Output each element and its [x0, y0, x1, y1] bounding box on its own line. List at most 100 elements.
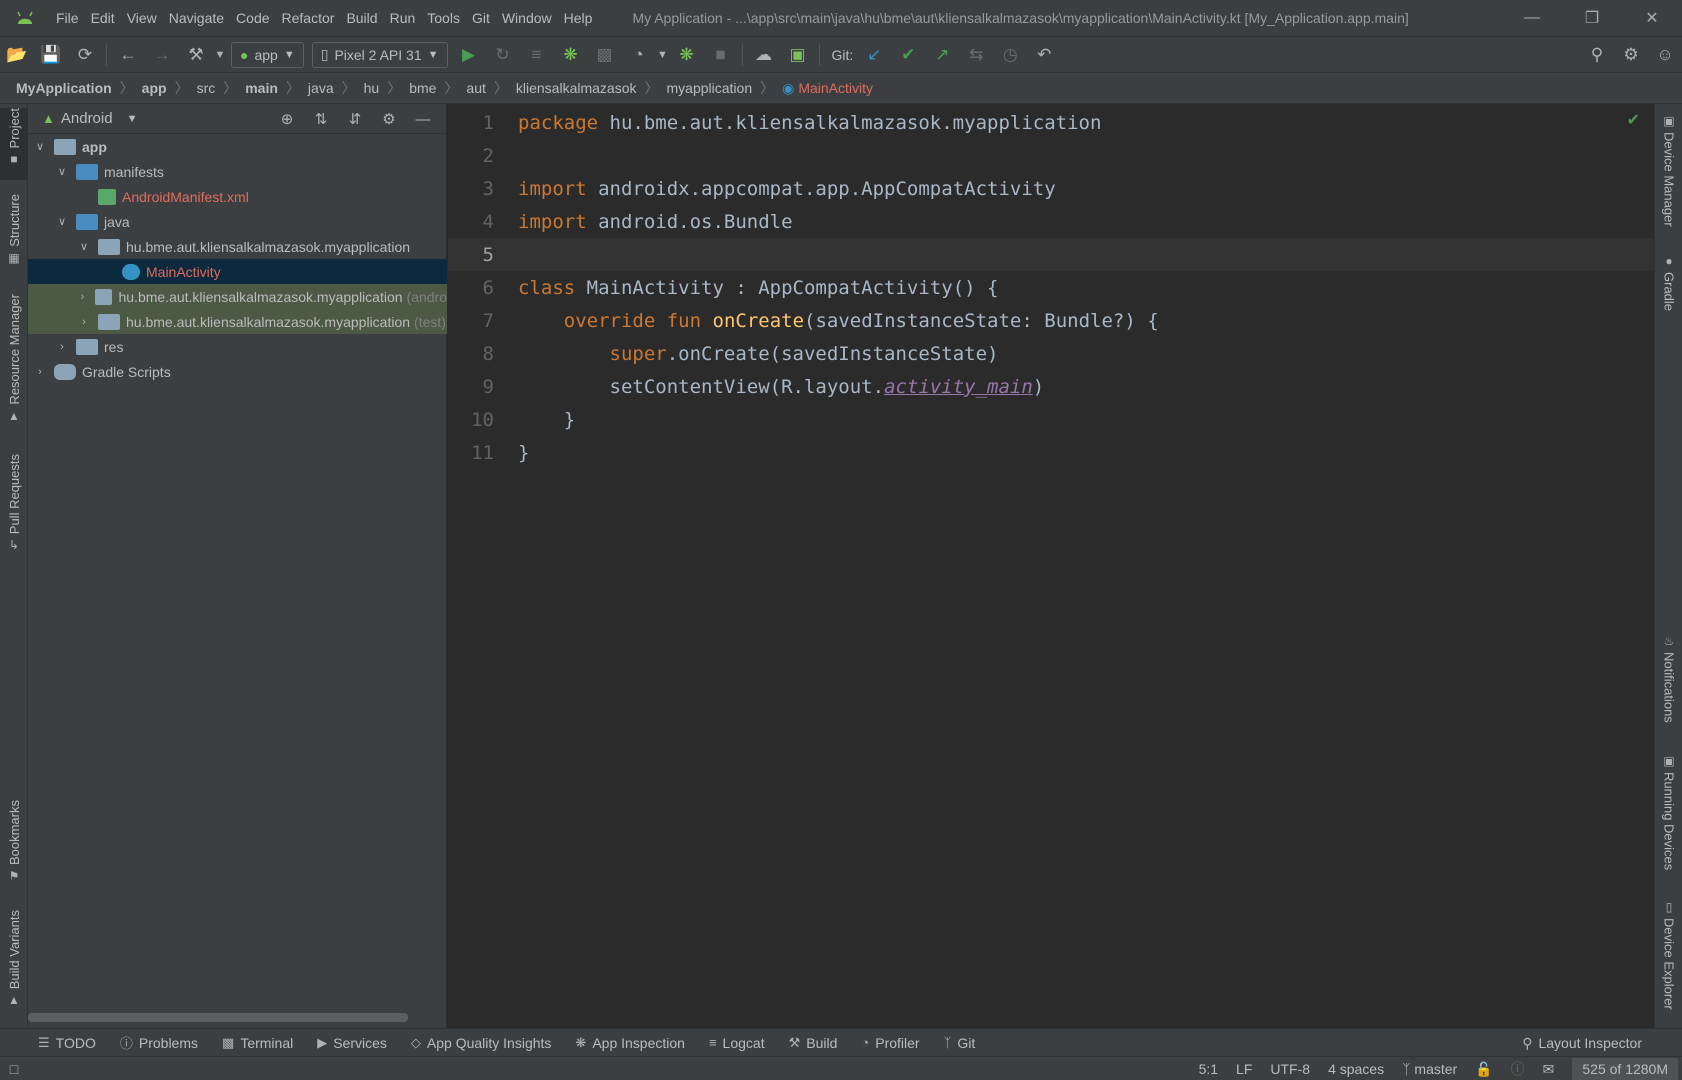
tree-item-res[interactable]: › res [28, 334, 447, 359]
chevron-right-icon[interactable]: › [76, 291, 89, 303]
menu-view[interactable]: View [121, 10, 163, 26]
expand-all-icon[interactable]: ⇅ [304, 106, 338, 132]
coverage-icon[interactable]: ▩ [588, 40, 622, 70]
git-push-icon[interactable]: ↗ [925, 40, 959, 70]
horizontal-scrollbar[interactable] [28, 1013, 408, 1022]
crumb-hu[interactable]: hu [364, 80, 380, 96]
run-config-dropdown[interactable]: ● app ▼ [231, 41, 304, 68]
minimize-icon[interactable]: — [1502, 0, 1562, 36]
chevron-down-icon[interactable]: ∨ [54, 165, 70, 178]
tree-item-manifest-file[interactable]: AndroidManifest.xml [28, 184, 447, 209]
crumb-aut[interactable]: aut [466, 80, 485, 96]
code-line[interactable]: 8 super.onCreate(savedInstanceState) [448, 337, 1654, 370]
profile-dropdown-icon[interactable]: ▼ [656, 40, 670, 70]
open-folder-icon[interactable]: 📂 [0, 40, 34, 70]
git-update-icon[interactable]: ↙ [857, 40, 891, 70]
code-line[interactable]: 11 } [448, 436, 1654, 469]
caret-position[interactable]: 5:1 [1199, 1061, 1218, 1077]
crumb-src[interactable]: src [197, 80, 216, 96]
stop-icon[interactable]: ■ [704, 40, 738, 70]
device-dropdown[interactable]: ▯ Pixel 2 API 31 ▼ [311, 41, 448, 68]
git-rollback-icon[interactable]: ↶ [1027, 40, 1061, 70]
rerun-icon[interactable]: ↻ [486, 40, 520, 70]
crumb-project[interactable]: MyApplication [16, 80, 112, 96]
menu-build[interactable]: Build [340, 10, 383, 26]
crumb-main[interactable]: main [245, 80, 278, 96]
forward-arrow-icon[interactable]: → [145, 40, 179, 70]
tab-project[interactable]: Project ■ [0, 108, 28, 180]
chevron-down-icon[interactable]: ∨ [76, 240, 92, 253]
device-manager-icon[interactable]: ▣ [781, 40, 815, 70]
chevron-right-icon[interactable]: › [54, 341, 70, 353]
tab-app-quality-insights[interactable]: ◇ App Quality Insights [411, 1035, 552, 1051]
code-line[interactable]: 3 import androidx.appcompat.app.AppCompa… [448, 172, 1654, 205]
chevron-right-icon[interactable]: › [32, 366, 48, 378]
sync-icon[interactable]: ⟳ [68, 40, 102, 70]
tab-notifications[interactable]: ♨ Notifications [1655, 634, 1682, 744]
chevron-down-icon[interactable]: ∨ [54, 215, 70, 228]
menu-code[interactable]: Code [230, 10, 275, 26]
resource-reference-link[interactable]: activity_main [884, 376, 1033, 398]
tab-todo[interactable]: ☰ TODO [38, 1035, 96, 1051]
code-line[interactable]: 2 [448, 139, 1654, 172]
hide-icon[interactable]: — [406, 106, 440, 132]
gear-icon[interactable]: ⚙ [372, 106, 406, 132]
code-line[interactable]: 6 class MainActivity : AppCompatActivity… [448, 271, 1654, 304]
tree-item-package-test[interactable]: › hu.bme.aut.kliensalkalmazasok.myapplic… [28, 309, 447, 334]
account-icon[interactable]: ☺ [1648, 40, 1682, 70]
tree-item-manifests[interactable]: ∨ manifests [28, 159, 447, 184]
chevron-down-icon[interactable]: ▼ [127, 113, 138, 125]
crumb-bme[interactable]: bme [409, 80, 436, 96]
menu-git[interactable]: Git [466, 10, 496, 26]
tab-git[interactable]: ᛉ Git [944, 1035, 976, 1051]
git-compare-icon[interactable]: ⇆ [959, 40, 993, 70]
menu-help[interactable]: Help [558, 10, 599, 26]
tab-profiler[interactable]: ◔ Profiler [861, 1035, 919, 1051]
tree-item-mainactivity[interactable]: MainActivity [28, 259, 447, 284]
tab-problems[interactable]: ⓘ Problems [120, 1033, 198, 1052]
code-editor[interactable]: ✔ 1 package hu.bme.aut.kliensalkalmazaso… [448, 104, 1654, 1028]
git-commit-icon[interactable]: ✔ [891, 40, 925, 70]
tab-pull-requests[interactable]: Pull Requests ↳ [0, 454, 28, 564]
tab-bookmarks[interactable]: Bookmarks ⚑ [0, 800, 28, 900]
inspection-icon[interactable]: ⓘ [1511, 1059, 1525, 1079]
tab-build[interactable]: ⚒ Build [789, 1035, 838, 1051]
tree-item-package-androidtest[interactable]: › hu.bme.aut.kliensalkalmazasok.myapplic… [28, 284, 447, 309]
crumb-myapplication[interactable]: myapplication [667, 80, 753, 96]
tab-logcat[interactable]: ≡ Logcat [709, 1035, 765, 1051]
close-icon[interactable]: ✕ [1622, 0, 1682, 36]
tab-device-manager[interactable]: ▣ Device Manager [1655, 114, 1682, 234]
chevron-down-icon[interactable]: ∨ [32, 140, 48, 153]
code-line[interactable]: 10 } [448, 403, 1654, 436]
line-separator[interactable]: LF [1236, 1061, 1252, 1077]
tree-item-package-main[interactable]: ∨ hu.bme.aut.kliensalkalmazasok.myapplic… [28, 234, 447, 259]
tab-app-inspection[interactable]: ❋ App Inspection [575, 1035, 685, 1051]
menu-run[interactable]: Run [384, 10, 422, 26]
code-line[interactable]: 4 import android.os.Bundle [448, 205, 1654, 238]
tab-resource-manager[interactable]: Resource Manager ▲ [0, 294, 28, 434]
tab-gradle[interactable]: ● Gradle [1655, 254, 1682, 324]
tree-item-gradle-scripts[interactable]: › Gradle Scripts [28, 359, 447, 384]
tree-item-java[interactable]: ∨ java [28, 209, 447, 234]
memory-indicator[interactable]: 525 of 1280M [1572, 1058, 1678, 1080]
code-line[interactable]: 9 setContentView(R.layout.activity_main) [448, 370, 1654, 403]
search-icon[interactable]: ⚲ [1580, 40, 1614, 70]
crumb-java[interactable]: java [308, 80, 334, 96]
toggle-tool-windows-icon[interactable]: □ [0, 1061, 28, 1077]
menu-navigate[interactable]: Navigate [163, 10, 230, 26]
gradle-sync-icon[interactable]: ☁ [747, 40, 781, 70]
android-studio-logo-icon[interactable] [0, 0, 50, 36]
restore-icon[interactable]: ❐ [1562, 0, 1622, 36]
tab-build-variants[interactable]: Build Variants ▲ [0, 910, 28, 1020]
crumb-module[interactable]: app [142, 80, 167, 96]
attach-debugger-icon[interactable]: ❋ [670, 40, 704, 70]
back-arrow-icon[interactable]: ← [111, 40, 145, 70]
tab-layout-inspector[interactable]: ⚲ Layout Inspector [1522, 1029, 1642, 1057]
lock-icon[interactable]: 🔓 [1475, 1061, 1492, 1078]
crumb-mainactivity[interactable]: MainActivity [798, 80, 873, 96]
menu-refactor[interactable]: Refactor [276, 10, 341, 26]
menu-window[interactable]: Window [496, 10, 558, 26]
apply-changes-icon[interactable]: ≡ [520, 40, 554, 70]
crumb-kliensalkalmazasok[interactable]: kliensalkalmazasok [516, 80, 637, 96]
tab-structure[interactable]: Structure ▦ [0, 194, 28, 274]
